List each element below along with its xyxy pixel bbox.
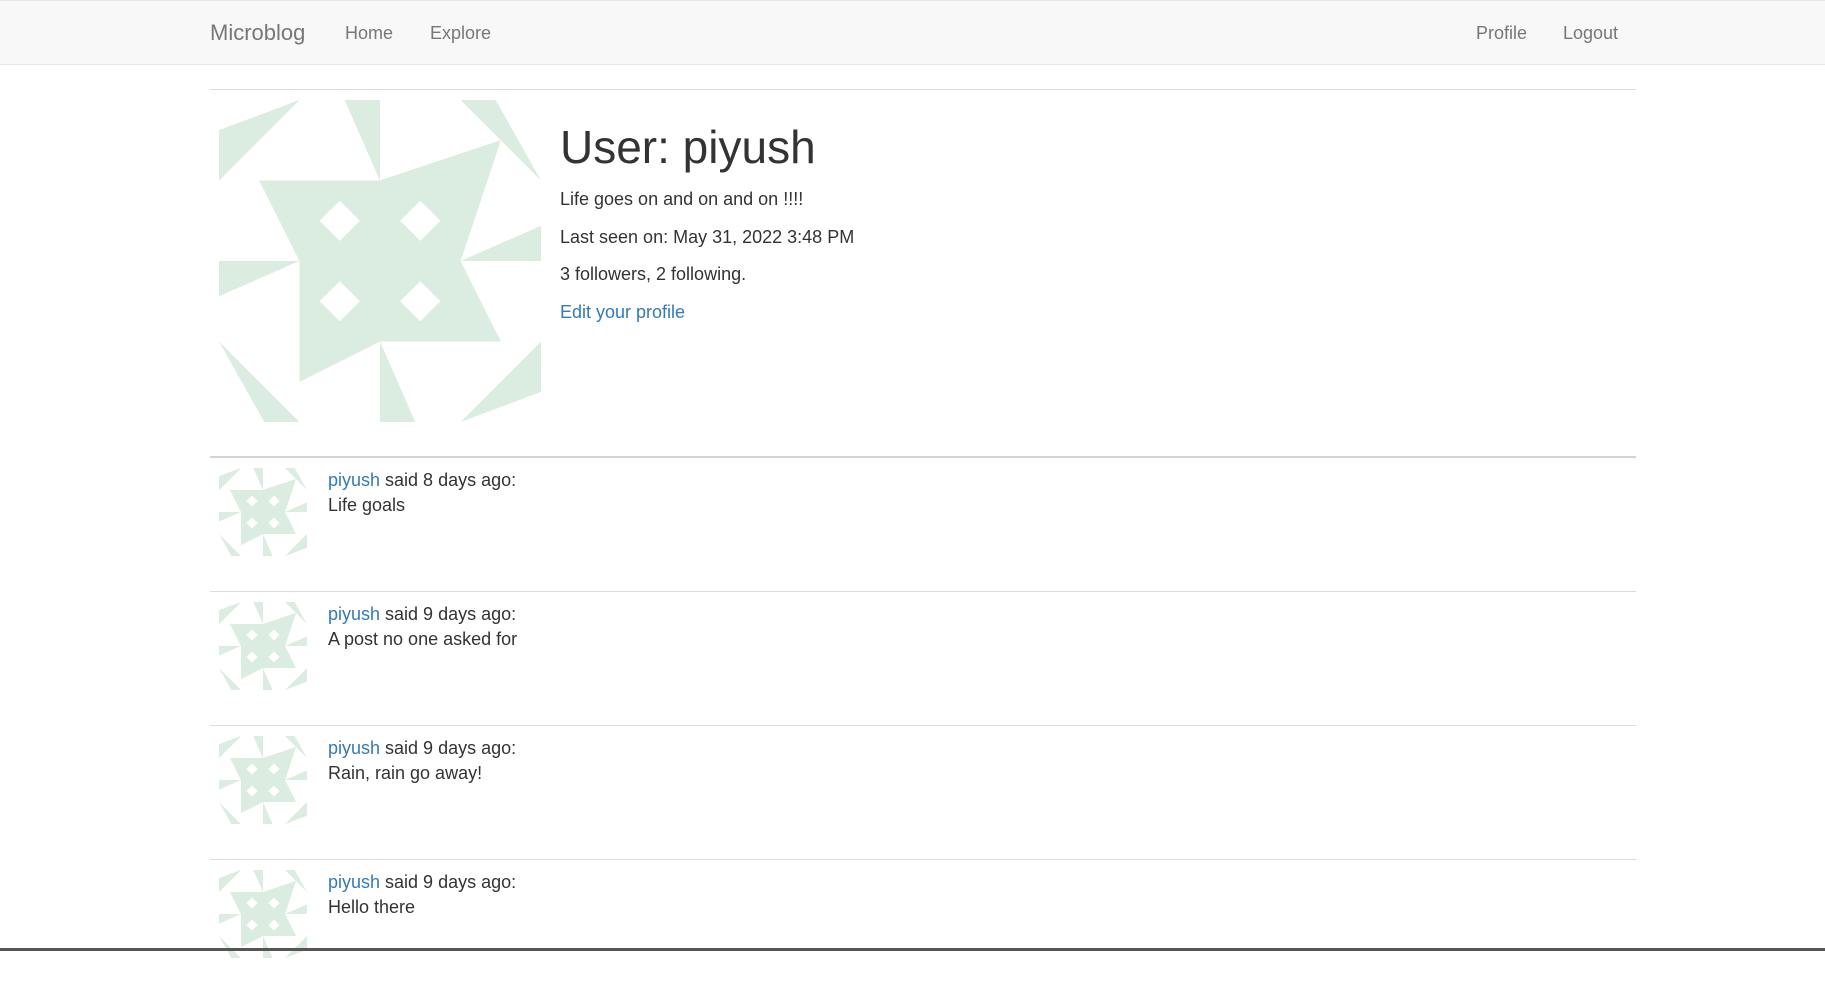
post-body: Rain, rain go away!: [328, 763, 483, 783]
post-avatar[interactable]: [219, 602, 307, 690]
profile-follow-counts: 3 followers, 2 following.: [560, 264, 747, 284]
profile-avatar: [219, 100, 541, 422]
post-avatar[interactable]: [219, 870, 307, 958]
post-author-link[interactable]: piyush: [328, 872, 380, 892]
post-author-link[interactable]: piyush: [328, 470, 380, 490]
post-timestamp: said 9 days ago:: [380, 738, 517, 758]
post-author-link[interactable]: piyush: [328, 604, 380, 624]
post-meta: piyush said 9 days ago:: [328, 604, 516, 625]
nav-logout[interactable]: Logout: [1563, 23, 1618, 44]
post-avatar[interactable]: [219, 468, 307, 556]
post-body: A post no one asked for: [328, 629, 518, 649]
profile-top-divider: [210, 89, 1636, 90]
post-item: piyush said 9 days ago: A post no one as…: [210, 592, 1636, 726]
nav-home[interactable]: Home: [345, 23, 393, 44]
post-author-link[interactable]: piyush: [328, 738, 380, 758]
post-timestamp: said 8 days ago:: [380, 470, 517, 490]
post-item: piyush said 8 days ago: Life goals: [210, 458, 1636, 592]
post-timestamp: said 9 days ago:: [380, 872, 517, 892]
edit-profile-link[interactable]: Edit your profile: [560, 302, 685, 323]
profile-title: User: piyush: [560, 121, 816, 173]
post-item: piyush said 9 days ago: Rain, rain go aw…: [210, 726, 1636, 860]
post-body: Hello there: [328, 897, 416, 917]
post-meta: piyush said 9 days ago:: [328, 738, 516, 759]
profile-last-seen: Last seen on: May 31, 2022 3:48 PM: [560, 227, 855, 247]
post-avatar[interactable]: [219, 736, 307, 824]
profile-about: Life goes on and on and on !!!!: [560, 189, 804, 209]
navbar: Microblog Home Explore Profile Logout: [0, 0, 1825, 65]
post-meta: piyush said 9 days ago:: [328, 872, 516, 893]
post-meta: piyush said 8 days ago:: [328, 470, 516, 491]
nav-explore[interactable]: Explore: [430, 23, 491, 44]
post-body: Life goals: [328, 495, 406, 515]
brand-link[interactable]: Microblog: [210, 20, 305, 46]
nav-profile[interactable]: Profile: [1476, 23, 1527, 44]
post-item: piyush said 9 days ago: Hello there: [210, 860, 1636, 994]
post-timestamp: said 9 days ago:: [380, 604, 517, 624]
